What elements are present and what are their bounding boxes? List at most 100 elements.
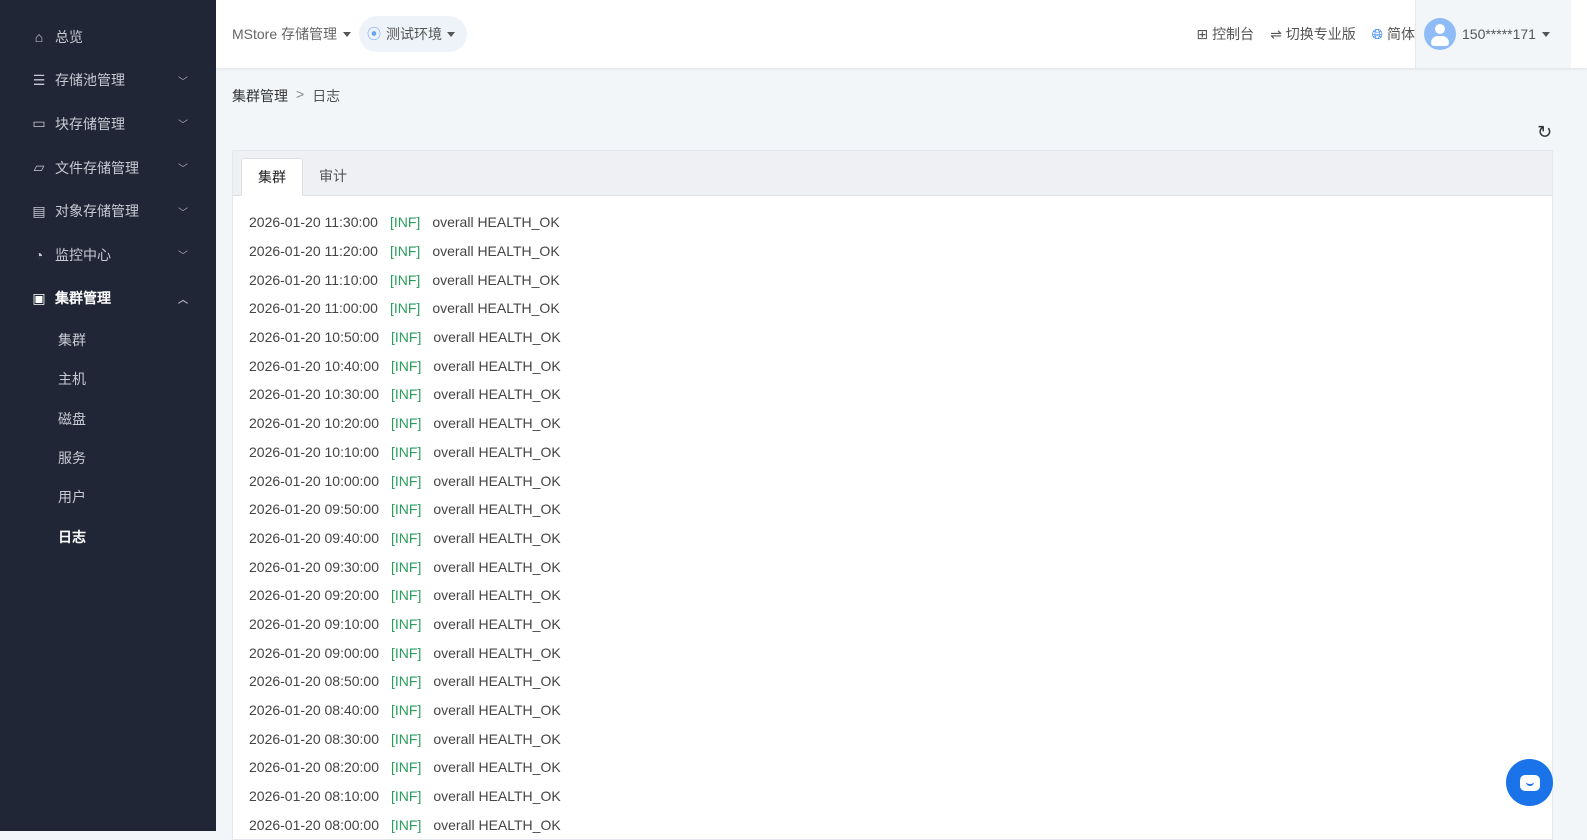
sidebar-sub-cluster[interactable]: 集群: [0, 320, 216, 359]
chat-support-button[interactable]: [1506, 759, 1553, 806]
log-message: overall HEALTH_OK: [433, 443, 561, 460]
sidebar-item-monitoring[interactable]: ◔ 监控中心 ﹀: [0, 233, 216, 277]
sidebar-item-cluster[interactable]: ▣ 集群管理 ︿: [0, 277, 216, 321]
log-message: overall HEALTH_OK: [433, 529, 561, 546]
log-entry: 2026-01-20 10:30:00 [INF] overall HEALTH_O…: [249, 380, 1552, 409]
folder-icon: ▱: [33, 159, 45, 176]
log-time: 2026-01-20 09:30:00: [249, 558, 379, 575]
log-level: [INF]: [389, 243, 421, 260]
log-level: [INF]: [391, 501, 422, 518]
log-time: 2026-01-20 09:40:00: [249, 529, 379, 546]
chat-icon: [1519, 774, 1540, 791]
block-icon: ▭: [32, 115, 46, 132]
log-message: overall HEALTH_OK: [433, 329, 561, 346]
chevron-down-icon: ﹀: [178, 164, 188, 176]
log-panel: 集群 审计 2026-01-20 11:30:00 [INF] overall HE…: [232, 150, 1553, 840]
breadcrumb: 集群管理 > 日志: [232, 86, 340, 106]
log-message: overall HEALTH_OK: [433, 587, 561, 604]
console-link[interactable]: ⊞ 控制台: [1196, 24, 1254, 44]
chevron-up-icon: ︿: [178, 294, 188, 306]
caret-down-icon: [343, 31, 352, 37]
top-header: MStore 存储管理 ⦿ 测试环境 ⊞ 控制台 ⇌ 切换专业版 🌐︎ 简体 150**…: [216, 0, 1587, 68]
log-time: 2026-01-20 08:10:00: [249, 788, 379, 805]
log-level: [INF]: [391, 816, 422, 833]
log-message: overall HEALTH_OK: [433, 386, 561, 403]
log-time: 2026-01-20 10:40:00: [249, 357, 379, 374]
log-message: overall HEALTH_OK: [433, 759, 561, 776]
log-level: [INF]: [391, 472, 422, 489]
language-switch[interactable]: 🌐︎ 简体: [1372, 24, 1415, 44]
breadcrumb-current: 日志: [312, 88, 341, 104]
log-level: [INF]: [391, 558, 422, 575]
location-pin-icon: ⦿: [367, 26, 382, 42]
log-entry: 2026-01-20 10:10:00 [INF] overall HEALTH_O…: [249, 438, 1552, 467]
sidebar-item-file-storage[interactable]: ▱ 文件存储管理 ﹀: [0, 146, 216, 190]
refresh-icon[interactable]: ↻: [1537, 122, 1552, 143]
log-level: [INF]: [389, 271, 421, 288]
log-message: overall HEALTH_OK: [433, 816, 561, 833]
chevron-down-icon: ﹀: [178, 207, 188, 219]
log-level: [INF]: [389, 214, 421, 231]
log-message: overall HEALTH_OK: [433, 472, 561, 489]
sidebar-item-block-storage[interactable]: ▭ 块存储管理 ﹀: [0, 102, 216, 146]
log-entry: 2026-01-20 08:50:00 [INF] overall HEALTH_O…: [249, 667, 1552, 696]
log-time: 2026-01-20 08:30:00: [249, 730, 379, 747]
log-level: [INF]: [391, 415, 422, 432]
log-entry: 2026-01-20 11:20:00 [INF] overall HEALTH_O…: [249, 237, 1552, 266]
tab-cluster[interactable]: 集群: [241, 158, 303, 196]
log-message: overall HEALTH_OK: [433, 644, 561, 661]
log-entry: 2026-01-20 10:40:00 [INF] overall HEALTH_O…: [249, 351, 1552, 380]
product-dropdown[interactable]: MStore 存储管理: [232, 24, 352, 44]
log-entry: 2026-01-20 09:30:00 [INF] overall HEALTH_O…: [249, 552, 1552, 581]
log-time: 2026-01-20 09:50:00: [249, 501, 379, 518]
dashboard-icon: ◔: [34, 246, 44, 263]
log-level: [INF]: [389, 300, 421, 317]
log-level: [INF]: [391, 644, 422, 661]
object-icon: ▤: [32, 202, 46, 219]
log-time: 2026-01-20 09:10:00: [249, 615, 379, 632]
log-level: [INF]: [391, 357, 422, 374]
log-entry: 2026-01-20 09:20:00 [INF] overall HEALTH_O…: [249, 581, 1552, 610]
log-message: overall HEALTH_OK: [433, 615, 561, 632]
sidebar-sub-services[interactable]: 服务: [0, 438, 216, 477]
tab-audit[interactable]: 审计: [303, 157, 363, 195]
caret-down-icon: [447, 31, 456, 37]
log-message: overall HEALTH_OK: [433, 788, 561, 805]
sidebar-item-storage-pool[interactable]: ☰ 存储池管理 ﹀: [0, 59, 216, 103]
chevron-down-icon: ﹀: [178, 120, 188, 132]
log-time: 2026-01-20 08:50:00: [249, 673, 379, 690]
sidebar-sub-disks[interactable]: 磁盘: [0, 399, 216, 438]
breadcrumb-parent[interactable]: 集群管理: [232, 86, 288, 106]
log-entry: 2026-01-20 09:40:00 [INF] overall HEALTH_O…: [249, 524, 1552, 553]
log-time: 2026-01-20 11:10:00: [249, 271, 378, 288]
sidebar-sub-logs[interactable]: 日志: [0, 517, 216, 556]
log-entry: 2026-01-20 11:00:00 [INF] overall HEALTH_O…: [249, 294, 1552, 323]
log-entry: 2026-01-20 10:20:00 [INF] overall HEALTH_O…: [249, 409, 1552, 438]
sidebar-sub-users[interactable]: 用户: [0, 478, 216, 517]
sidebar-sub-hosts[interactable]: 主机: [0, 360, 216, 399]
log-entry: 2026-01-20 09:10:00 [INF] overall HEALTH_O…: [249, 610, 1552, 639]
log-level: [INF]: [391, 386, 422, 403]
log-time: 2026-01-20 11:20:00: [249, 243, 378, 260]
log-entry: 2026-01-20 08:20:00 [INF] overall HEALTH_O…: [249, 753, 1552, 782]
switch-pro-link[interactable]: ⇌ 切换专业版: [1270, 24, 1356, 44]
log-message: overall HEALTH_OK: [433, 501, 561, 518]
log-time: 2026-01-20 10:50:00: [249, 329, 379, 346]
log-entry: 2026-01-20 08:40:00 [INF] overall HEALTH_O…: [249, 696, 1552, 725]
globe-icon: 🌐︎: [1371, 25, 1383, 42]
sidebar-item-object-storage[interactable]: ▤ 对象存储管理 ﹀: [0, 189, 216, 233]
sidebar: ⌂ 总览 ☰ 存储池管理 ﹀ ▭ 块存储管理 ﹀ ▱ 文件存储管理 ﹀ ▤ 对象存储管理 ﹀ ◔ 监…: [0, 0, 216, 831]
log-entry: 2026-01-20 09:00:00 [INF] overall HEALTH_O…: [249, 638, 1552, 667]
environment-dropdown[interactable]: ⦿ 测试环境: [359, 16, 468, 52]
avatar: [1424, 18, 1456, 50]
chevron-down-icon: ﹀: [178, 76, 188, 88]
log-message: overall HEALTH_OK: [433, 558, 561, 575]
log-level: [INF]: [391, 329, 422, 346]
log-list: 2026-01-20 11:30:00 [INF] overall HEALTH_O…: [233, 196, 1552, 839]
user-menu[interactable]: 150*****171: [1415, 0, 1571, 68]
sidebar-item-overview[interactable]: ⌂ 总览: [0, 15, 216, 59]
log-time: 2026-01-20 11:30:00: [249, 214, 378, 231]
log-entry: 2026-01-20 09:50:00 [INF] overall HEALTH_O…: [249, 495, 1552, 524]
log-message: overall HEALTH_OK: [432, 300, 560, 317]
log-level: [INF]: [391, 730, 422, 747]
